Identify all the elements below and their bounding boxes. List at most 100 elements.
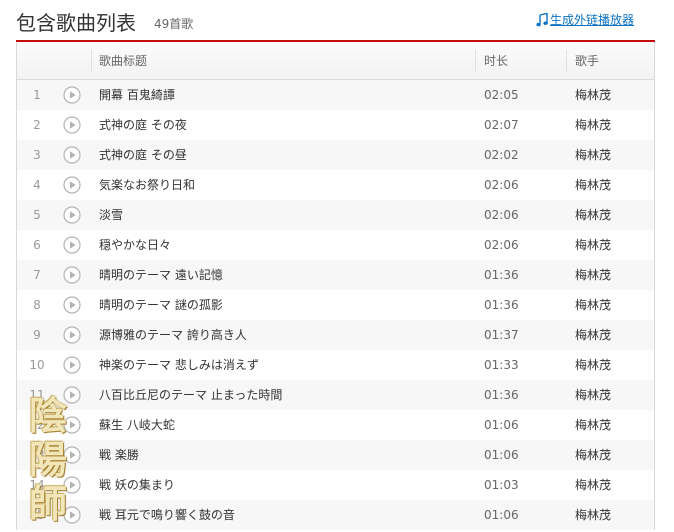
table-row[interactable]: 8 晴明のテーマ 謎の孤影 01:36 梅林茂 bbox=[17, 290, 654, 320]
song-duration: 01:03 bbox=[484, 478, 519, 492]
table-row[interactable]: 4 気楽なお祭り日和 02:06 梅林茂 bbox=[17, 170, 654, 200]
play-icon[interactable] bbox=[63, 86, 81, 104]
song-singer[interactable]: 梅林茂 bbox=[575, 110, 611, 140]
table-row[interactable]: 5 淡雪 02:06 梅林茂 bbox=[17, 200, 654, 230]
song-singer[interactable]: 梅林茂 bbox=[575, 350, 611, 380]
song-singer[interactable]: 梅林茂 bbox=[575, 230, 611, 260]
generate-external-player-link[interactable]: 生成外链播放器 bbox=[536, 12, 634, 28]
track-number: 14 bbox=[29, 478, 45, 492]
track-number: 7 bbox=[33, 268, 41, 282]
table-row[interactable]: 15 戦 耳元で鳴り響く鼓の音 01:06 梅林茂 bbox=[17, 500, 654, 530]
table-row[interactable]: 1 開幕 百鬼綺譚 02:05 梅林茂 bbox=[17, 80, 654, 110]
track-number: 11 bbox=[29, 388, 45, 402]
play-icon[interactable] bbox=[63, 236, 81, 254]
song-duration: 02:06 bbox=[484, 178, 519, 192]
song-duration: 01:06 bbox=[484, 508, 519, 522]
external-link-label[interactable]: 生成外链播放器 bbox=[550, 12, 634, 28]
track-number: 12 bbox=[29, 418, 45, 432]
song-title[interactable]: 神楽のテーマ 悲しみは消えず bbox=[99, 350, 259, 380]
play-icon[interactable] bbox=[63, 116, 81, 134]
song-title[interactable]: 戦 耳元で鳴り響く鼓の音 bbox=[99, 500, 235, 530]
song-singer[interactable]: 梅林茂 bbox=[575, 410, 611, 440]
song-duration: 02:02 bbox=[484, 148, 519, 162]
song-list: 1 開幕 百鬼綺譚 02:05 梅林茂 2 式神の庭 その夜 02:07 梅林茂 3 式神の庭 そ… bbox=[17, 80, 654, 530]
play-icon[interactable] bbox=[63, 356, 81, 374]
table-row[interactable]: 10 神楽のテーマ 悲しみは消えず 01:33 梅林茂 bbox=[17, 350, 654, 380]
song-count: 49首歌 bbox=[154, 17, 194, 31]
song-title[interactable]: 戦 妖の集まり bbox=[99, 470, 175, 500]
song-singer[interactable]: 梅林茂 bbox=[575, 470, 611, 500]
track-number: 2 bbox=[33, 118, 41, 132]
song-title[interactable]: 式神の庭 その昼 bbox=[99, 140, 187, 170]
song-table: 歌曲标题 时长 歌手 1 開幕 百鬼綺譚 02:05 梅林茂 2 式神の庭 その夜 02:0… bbox=[16, 42, 655, 530]
song-duration: 01:36 bbox=[484, 388, 519, 402]
table-row[interactable]: 13 戦 楽勝 01:06 梅林茂 bbox=[17, 440, 654, 470]
song-title[interactable]: 戦 楽勝 bbox=[99, 440, 139, 470]
column-divider bbox=[475, 50, 476, 72]
song-title[interactable]: 八百比丘尼のテーマ 止まった時間 bbox=[99, 380, 282, 410]
song-singer[interactable]: 梅林茂 bbox=[575, 260, 611, 290]
song-duration: 01:36 bbox=[484, 298, 519, 312]
table-row[interactable]: 7 晴明のテーマ 遠い記憶 01:36 梅林茂 bbox=[17, 260, 654, 290]
song-singer[interactable]: 梅林茂 bbox=[575, 170, 611, 200]
song-singer[interactable]: 梅林茂 bbox=[575, 200, 611, 230]
song-duration: 02:07 bbox=[484, 118, 519, 132]
track-number: 3 bbox=[33, 148, 41, 162]
song-title[interactable]: 淡雪 bbox=[99, 200, 123, 230]
song-title[interactable]: 蘇生 八岐大蛇 bbox=[99, 410, 175, 440]
column-header-title: 歌曲标题 bbox=[99, 54, 148, 68]
play-icon[interactable] bbox=[63, 266, 81, 284]
page-header: 包含歌曲列表 49首歌 生成外链播放器 bbox=[16, 10, 654, 42]
play-icon[interactable] bbox=[63, 176, 81, 194]
song-singer[interactable]: 梅林茂 bbox=[575, 80, 611, 110]
table-row[interactable]: 3 式神の庭 その昼 02:02 梅林茂 bbox=[17, 140, 654, 170]
table-row[interactable]: 6 穏やかな日々 02:06 梅林茂 bbox=[17, 230, 654, 260]
play-icon[interactable] bbox=[63, 296, 81, 314]
song-duration: 01:37 bbox=[484, 328, 519, 342]
music-note-icon bbox=[536, 13, 548, 27]
song-title[interactable]: 式神の庭 その夜 bbox=[99, 110, 187, 140]
song-singer[interactable]: 梅林茂 bbox=[575, 500, 611, 530]
table-row[interactable]: 9 源博雅のテーマ 誇り高き人 01:37 梅林茂 bbox=[17, 320, 654, 350]
song-duration: 02:06 bbox=[484, 208, 519, 222]
song-singer[interactable]: 梅林茂 bbox=[575, 380, 611, 410]
track-number: 5 bbox=[33, 208, 41, 222]
play-icon[interactable] bbox=[63, 446, 81, 464]
track-number: 9 bbox=[33, 328, 41, 342]
play-icon[interactable] bbox=[63, 506, 81, 524]
song-title[interactable]: 気楽なお祭り日和 bbox=[99, 170, 195, 200]
song-duration: 01:36 bbox=[484, 268, 519, 282]
play-icon[interactable] bbox=[63, 386, 81, 404]
play-icon[interactable] bbox=[63, 416, 81, 434]
table-header: 歌曲标题 时长 歌手 bbox=[17, 42, 654, 80]
song-title[interactable]: 晴明のテーマ 謎の孤影 bbox=[99, 290, 223, 320]
song-title[interactable]: 源博雅のテーマ 誇り高き人 bbox=[99, 320, 247, 350]
song-singer[interactable]: 梅林茂 bbox=[575, 140, 611, 170]
column-header-duration: 时长 bbox=[484, 54, 509, 68]
table-row[interactable]: 11 八百比丘尼のテーマ 止まった時間 01:36 梅林茂 bbox=[17, 380, 654, 410]
column-header-singer: 歌手 bbox=[575, 54, 600, 68]
track-number: 1 bbox=[33, 88, 41, 102]
play-icon[interactable] bbox=[63, 146, 81, 164]
play-icon[interactable] bbox=[63, 326, 81, 344]
song-singer[interactable]: 梅林茂 bbox=[575, 290, 611, 320]
song-duration: 01:33 bbox=[484, 358, 519, 372]
track-number: 10 bbox=[29, 358, 45, 372]
table-row[interactable]: 2 式神の庭 その夜 02:07 梅林茂 bbox=[17, 110, 654, 140]
table-row[interactable]: 14 戦 妖の集まり 01:03 梅林茂 bbox=[17, 470, 654, 500]
track-number: 13 bbox=[29, 448, 45, 462]
song-title[interactable]: 晴明のテーマ 遠い記憶 bbox=[99, 260, 223, 290]
song-title[interactable]: 穏やかな日々 bbox=[99, 230, 171, 260]
song-duration: 01:06 bbox=[484, 448, 519, 462]
column-divider bbox=[566, 50, 567, 72]
page-title: 包含歌曲列表 bbox=[16, 11, 136, 35]
column-divider bbox=[91, 50, 92, 72]
track-number: 15 bbox=[29, 508, 45, 522]
track-number: 8 bbox=[33, 298, 41, 312]
song-singer[interactable]: 梅林茂 bbox=[575, 440, 611, 470]
play-icon[interactable] bbox=[63, 206, 81, 224]
play-icon[interactable] bbox=[63, 476, 81, 494]
song-title[interactable]: 開幕 百鬼綺譚 bbox=[99, 80, 175, 110]
song-singer[interactable]: 梅林茂 bbox=[575, 320, 611, 350]
table-row[interactable]: 12 蘇生 八岐大蛇 01:06 梅林茂 bbox=[17, 410, 654, 440]
